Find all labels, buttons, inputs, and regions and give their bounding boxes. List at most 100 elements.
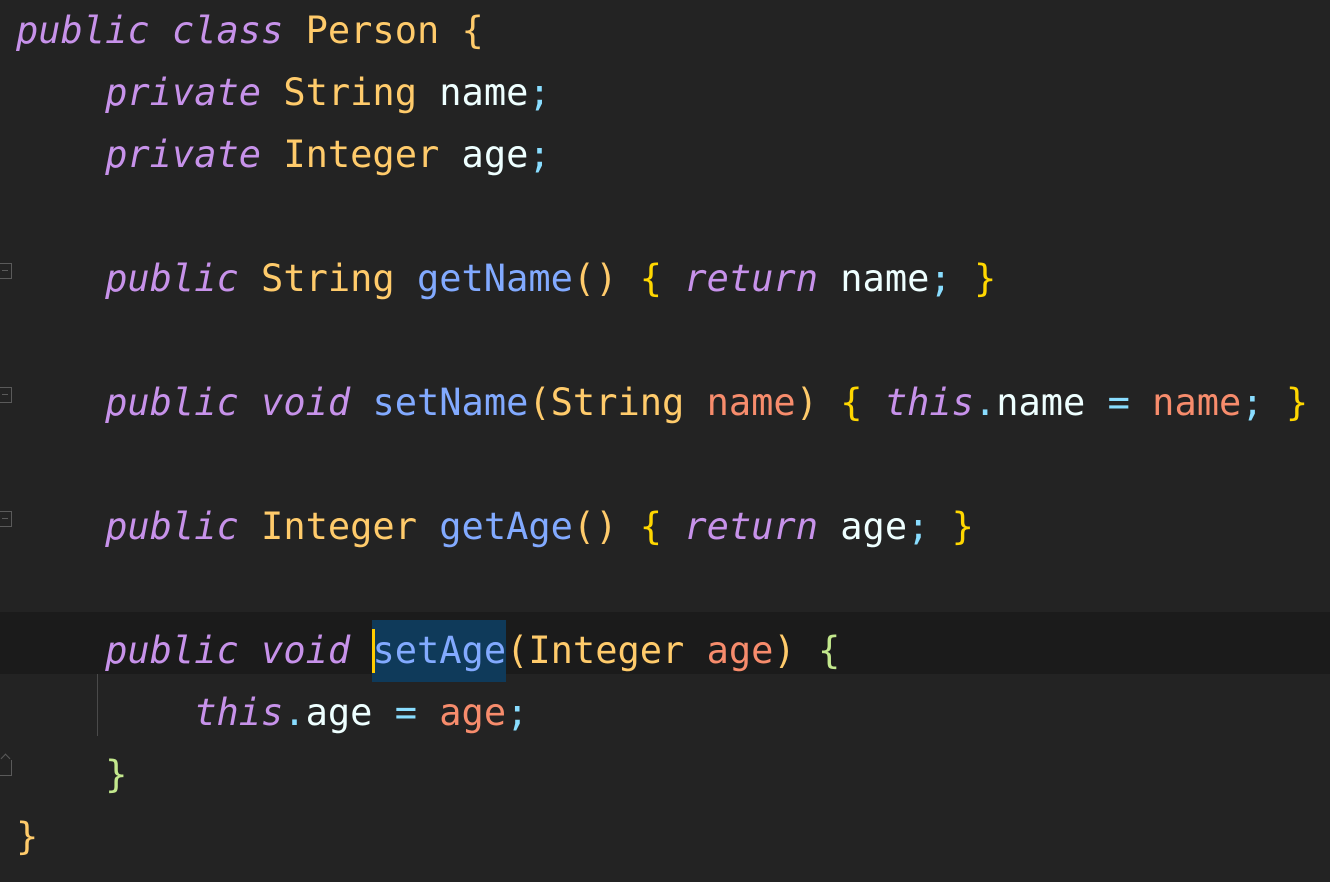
code-token: . xyxy=(973,381,997,424)
code-token: Integer xyxy=(261,505,417,548)
code-token: = xyxy=(1107,381,1130,424)
text-cursor xyxy=(372,629,376,673)
code-token: String xyxy=(261,257,395,300)
fold-gutter[interactable] xyxy=(0,0,14,882)
code-token: name xyxy=(439,71,529,114)
code-line[interactable] xyxy=(16,558,1308,620)
code-line[interactable] xyxy=(16,310,1308,372)
fold-collapsed-icon[interactable] xyxy=(0,387,12,403)
code-token: Person xyxy=(305,9,440,52)
code-token: getName xyxy=(416,257,573,300)
code-token: name xyxy=(840,257,930,300)
code-token: ) xyxy=(773,629,796,672)
fold-collapsed-icon[interactable] xyxy=(0,511,12,527)
code-token: } xyxy=(16,815,39,858)
code-token: { xyxy=(840,381,863,424)
code-token: String xyxy=(283,71,417,114)
selected-token: setAge xyxy=(372,620,507,682)
code-area[interactable]: public class Person { private String nam… xyxy=(16,0,1308,868)
code-token: this xyxy=(194,691,284,734)
code-token: } xyxy=(1285,381,1309,424)
code-token: = xyxy=(394,691,417,734)
code-token: ; xyxy=(506,691,529,734)
code-token: age xyxy=(439,691,507,734)
code-line[interactable]: public Integer getAge() { return age; } xyxy=(16,496,1308,558)
code-line[interactable]: public void setAge(Integer age) { xyxy=(16,620,1308,682)
code-line[interactable]: private String name; xyxy=(16,62,1308,124)
code-line[interactable]: } xyxy=(16,744,1308,806)
code-token: String xyxy=(550,381,685,424)
code-token: } xyxy=(105,753,128,796)
code-token: private xyxy=(105,133,262,176)
code-token: } xyxy=(951,505,974,548)
code-token: this xyxy=(884,381,974,424)
code-editor[interactable]: public class Person { private String nam… xyxy=(0,0,1330,882)
code-token: name xyxy=(1152,381,1242,424)
code-token: ( xyxy=(528,381,551,424)
fold-collapsed-icon[interactable] xyxy=(0,263,12,279)
code-line[interactable]: } xyxy=(16,806,1308,868)
code-token: ) xyxy=(795,381,818,424)
code-token: age xyxy=(840,505,908,548)
code-line[interactable]: this.age = age; xyxy=(16,682,1308,744)
code-token: age xyxy=(706,629,774,672)
code-token: . xyxy=(283,691,306,734)
code-token: age xyxy=(305,691,373,734)
fold-end-icon[interactable] xyxy=(0,760,12,776)
code-token: ; xyxy=(1241,381,1264,424)
code-token: public xyxy=(105,257,239,300)
code-token: void xyxy=(261,629,351,672)
code-token: setName xyxy=(372,381,529,424)
code-token: Integer xyxy=(283,133,440,176)
code-token: { xyxy=(461,9,484,52)
code-token: public xyxy=(105,505,239,548)
code-token: public xyxy=(105,629,239,672)
code-token: public xyxy=(16,9,150,52)
code-token: ; xyxy=(907,505,930,548)
code-token: } xyxy=(973,257,997,300)
code-line[interactable] xyxy=(16,186,1308,248)
code-token: ; xyxy=(528,71,551,114)
code-token: { xyxy=(639,257,663,300)
code-line[interactable]: public class Person { xyxy=(16,0,1308,62)
code-line[interactable]: public String getName() { return name; } xyxy=(16,248,1308,310)
code-token: void xyxy=(261,381,351,424)
code-line[interactable]: public void setName(String name) { this.… xyxy=(16,372,1308,434)
code-token: class xyxy=(171,9,284,52)
code-token: Integer xyxy=(528,629,685,672)
code-token: name xyxy=(706,381,796,424)
code-token: private xyxy=(105,71,262,114)
code-line[interactable] xyxy=(16,434,1308,496)
code-line[interactable]: private Integer age; xyxy=(16,124,1308,186)
code-token: () xyxy=(572,505,618,548)
